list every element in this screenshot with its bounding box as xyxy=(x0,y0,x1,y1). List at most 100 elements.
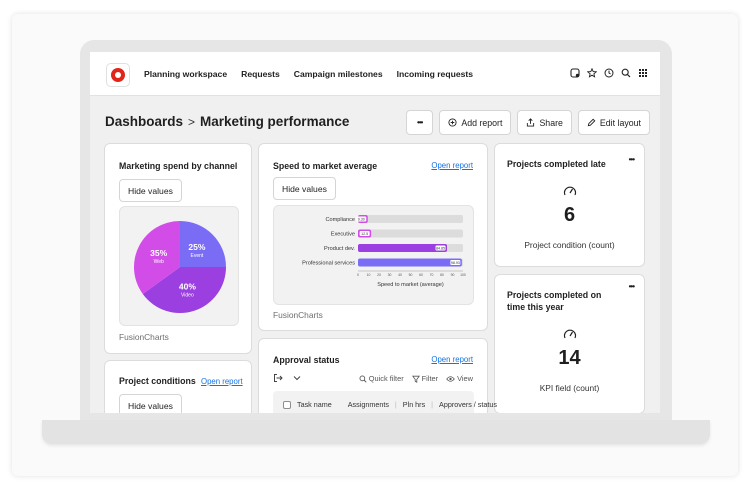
projects-completed-late-card: Projects completed late ••• 6 Project co… xyxy=(494,143,645,267)
quick-filter-button[interactable]: Quick filter xyxy=(359,374,404,383)
pencil-icon xyxy=(587,118,596,127)
gauge-icon xyxy=(563,329,576,339)
filter-label: Filter xyxy=(421,374,439,383)
pie-percent-label: 35% xyxy=(150,248,167,258)
view-button[interactable]: View xyxy=(446,374,473,383)
approval-toolbar-left xyxy=(273,373,302,383)
share-label: Share xyxy=(539,117,563,128)
app-screen: Planning workspace Requests Campaign mil… xyxy=(90,52,660,413)
grid-icon[interactable] xyxy=(637,67,648,78)
pie-chart-well: 25% Event 40% Video 35% Web xyxy=(119,206,239,326)
x-tick-label: 90 xyxy=(451,273,455,277)
quick-filter-label: Quick filter xyxy=(368,374,404,383)
x-tick-label: 0 xyxy=(357,273,359,277)
nav-planning-workspace[interactable]: Planning workspace xyxy=(144,69,227,79)
select-all-checkbox[interactable] xyxy=(283,400,291,409)
more-options-button[interactable]: ••• xyxy=(405,110,434,135)
bar-value-label: 84.85 xyxy=(436,247,445,251)
open-report-link[interactable]: Open report xyxy=(201,377,243,386)
open-report-link[interactable]: Open report xyxy=(431,161,473,170)
main-nav: Planning workspace Requests Campaign mil… xyxy=(144,69,473,79)
bar-value-label: 12.5 xyxy=(361,232,368,236)
x-tick-label: 50 xyxy=(409,273,413,277)
x-tick-label: 10 xyxy=(367,273,371,277)
x-axis-label: Speed to market (average) xyxy=(377,282,444,288)
projects-on-time-title-line1: Projects completed on xyxy=(507,290,602,300)
filter-icon xyxy=(411,375,420,383)
column-divider: | xyxy=(394,400,397,409)
x-tick-label: 30 xyxy=(388,273,392,277)
bar-product-dev- xyxy=(358,244,448,252)
x-tick-label: 80 xyxy=(440,273,444,277)
add-report-button[interactable]: Add report xyxy=(439,110,512,135)
star-icon[interactable] xyxy=(586,67,597,78)
search-icon[interactable] xyxy=(620,67,631,78)
fusioncharts-label: FusionCharts xyxy=(119,332,169,342)
chevron-down-icon[interactable] xyxy=(292,373,302,383)
column-approvers-status[interactable]: Approvers / status xyxy=(439,400,497,409)
projects-late-value: 6 xyxy=(563,204,576,226)
pie-category-label: Web xyxy=(154,259,164,265)
more-options-icon[interactable]: ••• xyxy=(629,282,635,291)
app-logo[interactable] xyxy=(106,63,130,87)
add-circle-icon xyxy=(448,118,457,127)
bar-value-label: 98.93 xyxy=(451,261,460,265)
pie-chart: 25%Event 40%Video 35%Web xyxy=(134,221,226,313)
laptop-base xyxy=(42,420,710,444)
open-report-link[interactable]: Open report xyxy=(431,355,473,364)
breadcrumb-parent[interactable]: Dashboards xyxy=(105,114,183,129)
bar-value-label: 9.30 xyxy=(358,218,365,222)
bar-track xyxy=(358,215,463,223)
approval-table-header: Task name Assignments | Pln hrs | Approv… xyxy=(283,400,497,409)
projects-late-label: Project condition (count) xyxy=(524,240,615,250)
projects-late-title: Projects completed late xyxy=(507,159,606,169)
bar-category-label: Compliance xyxy=(325,217,355,223)
pie-percent-label: 40% xyxy=(179,282,196,292)
nav-campaign-milestones[interactable]: Campaign milestones xyxy=(294,69,383,79)
projects-on-time-card: Projects completed on time this year •••… xyxy=(494,274,645,413)
bar-category-label: Professional services xyxy=(302,261,355,267)
bar-category-label: Product dev. xyxy=(324,246,355,252)
projects-on-time-label: KPI field (count) xyxy=(539,383,600,393)
projects-on-time-title-line2: time this year xyxy=(507,302,564,312)
top-navigation-bar: Planning workspace Requests Campaign mil… xyxy=(90,52,660,96)
nav-incoming-requests[interactable]: Incoming requests xyxy=(397,69,473,79)
column-pln-hrs[interactable]: Pln hrs xyxy=(403,400,425,409)
top-icons xyxy=(569,67,648,78)
notification-icon[interactable] xyxy=(569,67,580,78)
page-title: Marketing performance xyxy=(200,114,350,129)
clock-icon[interactable] xyxy=(603,67,614,78)
nav-requests[interactable]: Requests xyxy=(241,69,280,79)
bar-professional-services xyxy=(358,258,462,267)
more-options-icon[interactable]: ••• xyxy=(629,155,635,164)
marketing-spend-card: Marketing spend by channel Hide values 2… xyxy=(104,143,252,354)
approval-status-card: Approval status Open report Quick filter… xyxy=(258,338,497,413)
breadcrumb: Dashboards > Marketing performance xyxy=(105,114,349,129)
logo-icon xyxy=(111,68,125,82)
more-icon: ••• xyxy=(416,118,423,127)
search-icon xyxy=(359,375,367,383)
x-tick-label: 70 xyxy=(430,273,434,277)
filter-button[interactable]: Filter xyxy=(411,374,439,383)
project-conditions-card: Project conditions Open report Hide valu… xyxy=(104,360,252,413)
column-assignments[interactable]: Assignments xyxy=(348,400,389,409)
export-icon[interactable] xyxy=(273,373,283,383)
bar-track xyxy=(358,229,463,238)
gauge-icon xyxy=(563,186,576,196)
bar-chart: Compliance 9.30 Executive 12.5 Product dev. 8… xyxy=(302,215,466,288)
page-header: Dashboards > Marketing performance ••• A… xyxy=(105,110,650,138)
add-report-label: Add report xyxy=(461,117,503,128)
bar-category-label: Executive xyxy=(331,232,355,238)
share-button[interactable]: Share xyxy=(517,110,572,135)
column-task-name[interactable]: Task name xyxy=(297,400,332,409)
share-icon xyxy=(527,118,535,127)
hide-values-button[interactable]: Hide values xyxy=(119,394,182,413)
project-conditions-title: Project conditions xyxy=(119,376,196,386)
pie-category-label: Event xyxy=(191,253,204,259)
hide-values-button[interactable]: Hide values xyxy=(119,179,182,202)
hide-values-button[interactable]: Hide values xyxy=(273,177,336,200)
edit-layout-button[interactable]: Edit layout xyxy=(577,110,650,135)
bar-chart-well: Compliance 9.30 Executive 12.5 Product dev. 8… xyxy=(273,205,474,305)
speed-to-market-title: Speed to market average xyxy=(273,161,378,171)
chevron-right-icon: > xyxy=(188,114,196,129)
